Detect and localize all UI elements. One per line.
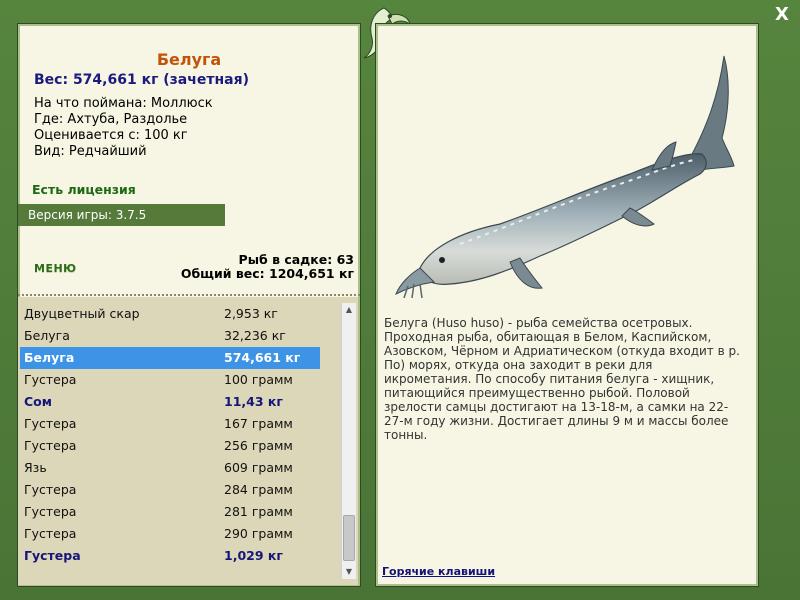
fish-illustration	[395, 55, 735, 298]
cage-stats: Рыб в садке: 63 Общий вес: 1204,651 кг	[181, 253, 354, 281]
catch-item-name: Густера	[24, 548, 81, 563]
catch-item-name: Язь	[24, 460, 47, 475]
hotkeys-link[interactable]: Горячие клавиши	[382, 565, 495, 578]
catch-list-item[interactable]: Сом 11,43 кг	[20, 391, 320, 413]
license-status: Есть лицензия	[32, 182, 136, 197]
catch-list-item[interactable]: Густера 100 грамм	[20, 369, 320, 391]
catch-item-weight: 609 грамм	[224, 460, 293, 475]
catch-list-item[interactable]: Язь 609 грамм	[20, 457, 320, 479]
fish-description: Белуга (Huso huso) - рыба семейства осет…	[384, 316, 740, 442]
location-info: Где: Ахтуба, Раздолье	[34, 112, 188, 127]
catch-item-name: Белуга	[24, 328, 70, 343]
catch-item-weight: 2,953 кг	[224, 306, 278, 321]
rarity-info: Вид: Редчайший	[34, 144, 147, 159]
catch-item-name: Густера	[24, 482, 77, 497]
valuation-info: Оценивается с: 100 кг	[34, 128, 188, 143]
catch-item-weight: 290 грамм	[224, 526, 293, 541]
catch-list-item[interactable]: Густера 1,029 кг	[20, 545, 320, 567]
cage-count: Рыб в садке: 63	[238, 252, 354, 267]
catch-list-item[interactable]: Густера 256 грамм	[20, 435, 320, 457]
scrollbar[interactable]: ▲ ▼	[341, 303, 356, 579]
catch-item-weight: 281 грамм	[224, 504, 293, 519]
catch-item-name: Белуга	[24, 350, 75, 365]
fish-weight: Вес: 574,661 кг (зачетная)	[34, 72, 249, 88]
catch-item-weight: 100 грамм	[224, 372, 293, 387]
catch-item-name: Густера	[24, 504, 77, 519]
catch-item-name: Густера	[24, 526, 77, 541]
fish-detail-panel: Белуга (Huso huso) - рыба семейства осет…	[375, 23, 759, 587]
window-frame: X Белуга Вес: 574,661 кг (зачетная) На ч…	[0, 0, 800, 600]
catch-item-name: Густера	[24, 438, 77, 453]
catch-item-weight: 574,661 кг	[224, 350, 301, 365]
catch-list-item[interactable]: Белуга 32,236 кг	[20, 325, 320, 347]
catch-list[interactable]: Двуцветный скар 2,953 кг Белуга 32,236 кг Бе…	[18, 297, 358, 585]
bait-info: На что поймана: Моллюск	[34, 96, 213, 111]
fish-info-panel: Белуга Вес: 574,661 кг (зачетная) На что…	[17, 23, 361, 587]
catch-item-name: Густера	[24, 416, 77, 431]
cage-total-weight: Общий вес: 1204,651 кг	[180, 266, 354, 281]
menu-button[interactable]: МЕНЮ	[34, 262, 77, 275]
arrow-up-icon[interactable]: ▲	[342, 303, 356, 317]
catch-item-weight: 167 грамм	[224, 416, 293, 431]
catch-item-weight: 11,43 кг	[224, 394, 283, 409]
version-bar: Версия игры: 3.7.5	[18, 204, 225, 226]
catch-list-item[interactable]: Густера 281 грамм	[20, 501, 320, 523]
catch-item-weight: 32,236 кг	[224, 328, 286, 343]
catch-item-weight: 284 грамм	[224, 482, 293, 497]
scroll-thumb[interactable]	[343, 515, 355, 561]
catch-item-name: Густера	[24, 372, 77, 387]
catch-list-item[interactable]: Густера 290 грамм	[20, 523, 320, 545]
fish-title: Белуга	[156, 50, 222, 69]
arrow-down-icon[interactable]: ▼	[342, 565, 356, 579]
catch-list-item[interactable]: Белуга 574,661 кг	[20, 347, 320, 369]
catch-list-item[interactable]: Двуцветный скар 2,953 кг	[20, 303, 320, 325]
catch-item-name: Сом	[24, 394, 52, 409]
catch-item-weight: 256 грамм	[224, 438, 293, 453]
catch-list-item[interactable]: Густера 167 грамм	[20, 413, 320, 435]
close-button[interactable]: X	[771, 4, 793, 26]
divider	[18, 294, 360, 296]
catch-item-weight: 1,029 кг	[224, 548, 283, 563]
catch-item-name: Двуцветный скар	[24, 306, 140, 321]
catch-list-item[interactable]: Густера 284 грамм	[20, 479, 320, 501]
